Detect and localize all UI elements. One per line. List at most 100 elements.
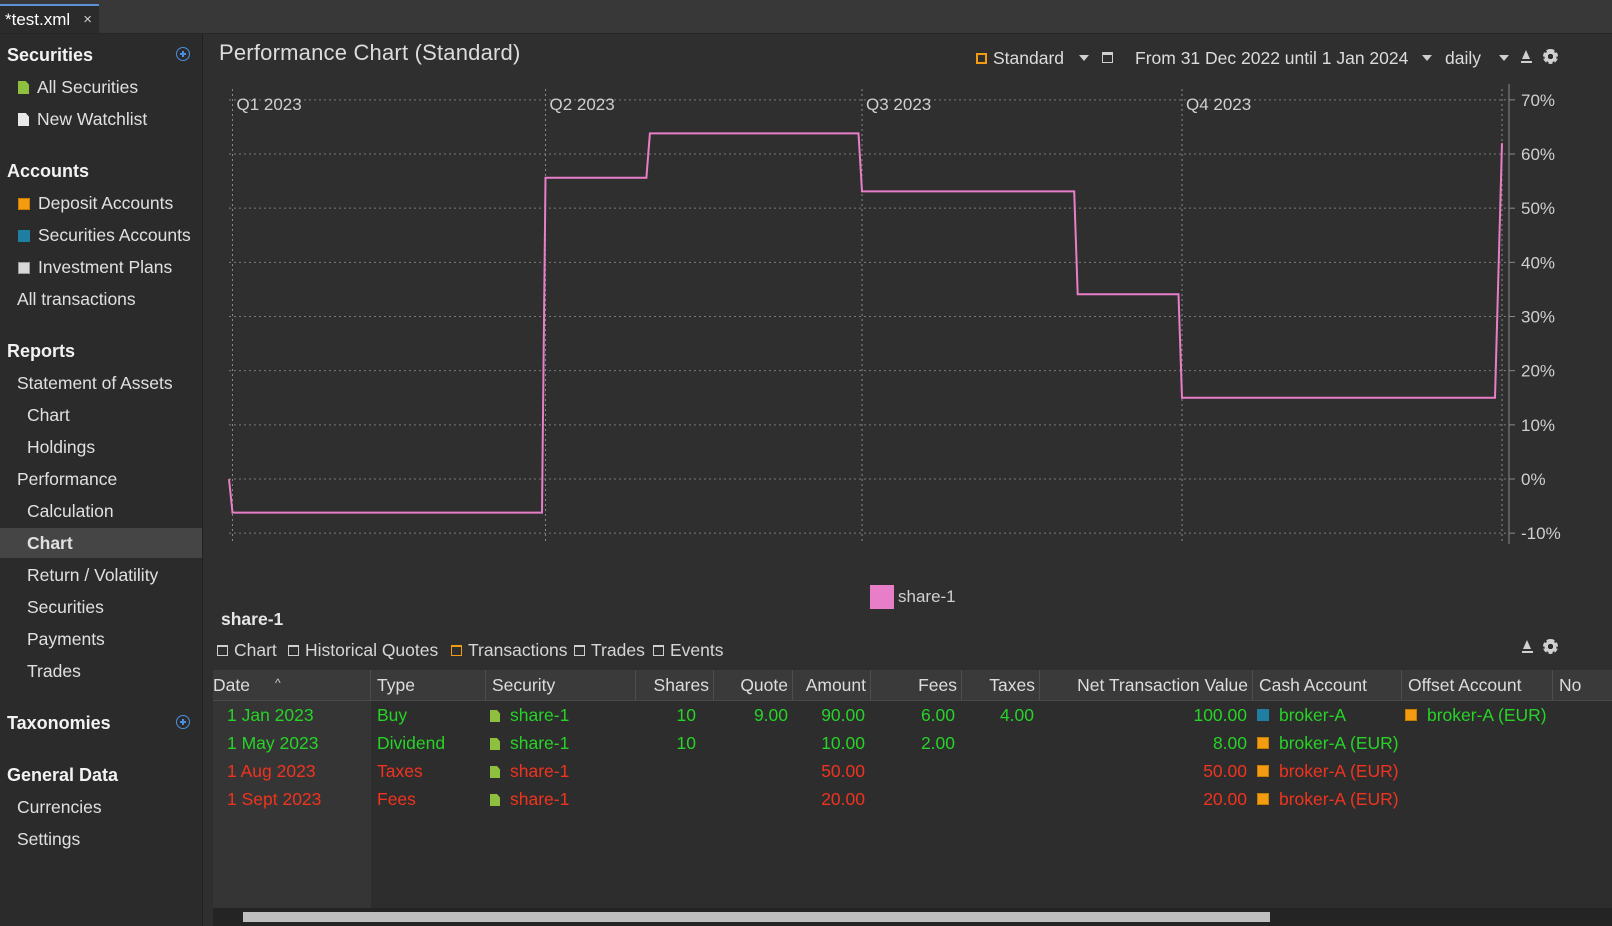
column-header-net-transaction-value[interactable]: Net Transaction Value (1040, 670, 1253, 700)
column-header-note[interactable]: No (1553, 670, 1612, 700)
sidebar-item-payments[interactable]: Payments (27, 624, 105, 654)
sidebar-item-holdings[interactable]: Holdings (27, 432, 95, 462)
column-header-fees[interactable]: Fees (871, 670, 962, 700)
cell-text: 4.00 (999, 705, 1034, 725)
sidebar-item-all-securities[interactable]: All Securities (18, 72, 138, 102)
sidebar-item-deposit-accounts[interactable]: Deposit Accounts (18, 188, 173, 218)
document-icon (18, 113, 29, 126)
sidebar-item-all-transactions[interactable]: All transactions (17, 284, 136, 314)
sidebar-item-currencies[interactable]: Currencies (17, 792, 102, 822)
column-header-date[interactable]: Date ^ (213, 670, 371, 700)
performance-chart: -10% 0% 10% 20% 30% 40% 50% 60% 70% Q1 2023 Q2 202… (228, 84, 1561, 544)
y-tick-label: 70% (1521, 91, 1555, 110)
sidebar-item-statement-of-assets[interactable]: Statement of Assets (17, 368, 173, 398)
column-header-security[interactable]: Security (486, 670, 636, 700)
cell-text: Buy (377, 705, 408, 725)
column-header-offset-account[interactable]: Offset Account (1402, 670, 1553, 700)
reports-heading: Reports (7, 341, 76, 361)
sidebar-item-return-volatility[interactable]: Return / Volatility (27, 560, 158, 590)
column-header-shares[interactable]: Shares (636, 670, 714, 700)
security-icon (490, 794, 500, 806)
column-header-quote[interactable]: Quote (714, 670, 793, 700)
legend-swatch-share-1[interactable] (870, 585, 894, 609)
cell-date: 1 Aug 2023 (227, 757, 367, 785)
sidebar-item-calculation[interactable]: Calculation (27, 496, 114, 526)
cell-date: 1 Jan 2023 (227, 701, 367, 729)
column-label: Date (213, 675, 250, 695)
export-icon[interactable] (1521, 640, 1534, 653)
cell-text: share-1 (510, 705, 570, 725)
column-header-amount[interactable]: Amount (793, 670, 871, 700)
transactions-table: Date ^ Type Security Shares Quote Amount… (213, 670, 1612, 926)
general-data-heading: General Data (7, 765, 119, 785)
cell-text: 1 Sept 2023 (227, 789, 322, 809)
securities-account-icon (1257, 709, 1269, 721)
tab-label: Transactions (468, 640, 568, 660)
cell-security: share-1 (490, 701, 635, 729)
sidebar-item-settings[interactable]: Settings (17, 824, 80, 854)
quarter-label: Q3 2023 (866, 95, 931, 114)
cell-quote: 9.00 (714, 701, 788, 729)
cell-shares: 10 (636, 729, 696, 757)
tab-events[interactable]: Events (653, 640, 724, 661)
tab-transactions[interactable]: Transactions (451, 640, 568, 661)
gear-icon[interactable] (1543, 639, 1558, 654)
table-row[interactable]: 1 Jan 2023 Buy share-1 10 9.00 90.00 6.00 4.00 1… (213, 701, 1612, 729)
cell-amount: 50.00 (793, 757, 865, 785)
cell-text: 50.00 (1203, 761, 1247, 781)
cell-security: share-1 (490, 785, 635, 813)
table-row[interactable]: 1 Aug 2023 Taxes share-1 50.00 50.00 broker-A… (213, 757, 1612, 785)
quarter-label: Q2 2023 (550, 95, 615, 114)
sidebar-item-label: Investment Plans (38, 257, 173, 277)
deposit-account-icon (1257, 793, 1269, 805)
editor-tab-bar: *test.xml × (0, 0, 1612, 34)
y-tick-label: 10% (1521, 416, 1555, 435)
quarter-label: Q1 2023 (236, 95, 301, 114)
y-tick-label: 20% (1521, 362, 1555, 381)
horizontal-scrollbar[interactable] (213, 908, 1612, 926)
sidebar-item-trades[interactable]: Trades (27, 656, 81, 686)
table-row[interactable]: 1 May 2023 Dividend share-1 10 10.00 2.00 8.00… (213, 729, 1612, 757)
scrollbar-thumb[interactable] (243, 912, 1270, 922)
y-tick-label: 60% (1521, 145, 1555, 164)
deposit-account-icon (1257, 737, 1269, 749)
tab-historical-quotes[interactable]: Historical Quotes (288, 640, 438, 661)
document-icon (18, 81, 29, 94)
tab-label: Historical Quotes (305, 640, 439, 660)
cell-cash-account: broker-A (EUR) (1257, 757, 1402, 785)
cell-text: broker-A (EUR) (1279, 733, 1399, 753)
securities-heading: Securities (7, 45, 94, 65)
legend-label-share-1[interactable]: share-1 (898, 587, 956, 607)
column-header-taxes[interactable]: Taxes (962, 670, 1040, 700)
table-header: Date ^ Type Security Shares Quote Amount… (213, 670, 1612, 701)
add-taxonomy-icon[interactable] (176, 715, 190, 729)
sidebar-item-securities-accounts[interactable]: Securities Accounts (18, 220, 191, 250)
tab-trades[interactable]: Trades (574, 640, 645, 661)
close-icon[interactable]: × (83, 6, 92, 33)
sidebar-item-investment-plans[interactable]: Investment Plans (18, 252, 172, 282)
cell-type: Fees (377, 785, 485, 813)
cell-text: 1 May 2023 (227, 733, 319, 753)
cell-type: Dividend (377, 729, 485, 757)
column-header-type[interactable]: Type (371, 670, 486, 700)
sidebar-item-performance-securities[interactable]: Securities (27, 592, 104, 622)
investment-plan-icon (18, 262, 30, 274)
table-row[interactable]: 1 Sept 2023 Fees share-1 20.00 20.00 broker-A… (213, 785, 1612, 813)
cell-text: 50.00 (821, 761, 865, 781)
sidebar-item-performance-chart[interactable]: Chart (0, 528, 202, 558)
cell-text: 20.00 (821, 789, 865, 809)
sidebar-item-new-watchlist[interactable]: New Watchlist (18, 104, 147, 134)
cell-text: Dividend (377, 733, 446, 753)
cell-amount: 20.00 (793, 785, 865, 813)
file-tab[interactable]: *test.xml × (0, 4, 99, 33)
cell-fees: 6.00 (871, 701, 955, 729)
sidebar-item-soa-chart[interactable]: Chart (27, 400, 70, 430)
cell-text: 10.00 (821, 733, 865, 753)
column-header-cash-account[interactable]: Cash Account (1253, 670, 1402, 700)
tab-label: Trades (591, 640, 645, 660)
sidebar-item-performance[interactable]: Performance (17, 464, 117, 494)
add-security-icon[interactable] (176, 47, 190, 61)
cell-cash-account: broker-A (EUR) (1257, 785, 1402, 813)
tab-chart[interactable]: Chart (217, 640, 277, 661)
cell-text: share-1 (510, 761, 570, 781)
